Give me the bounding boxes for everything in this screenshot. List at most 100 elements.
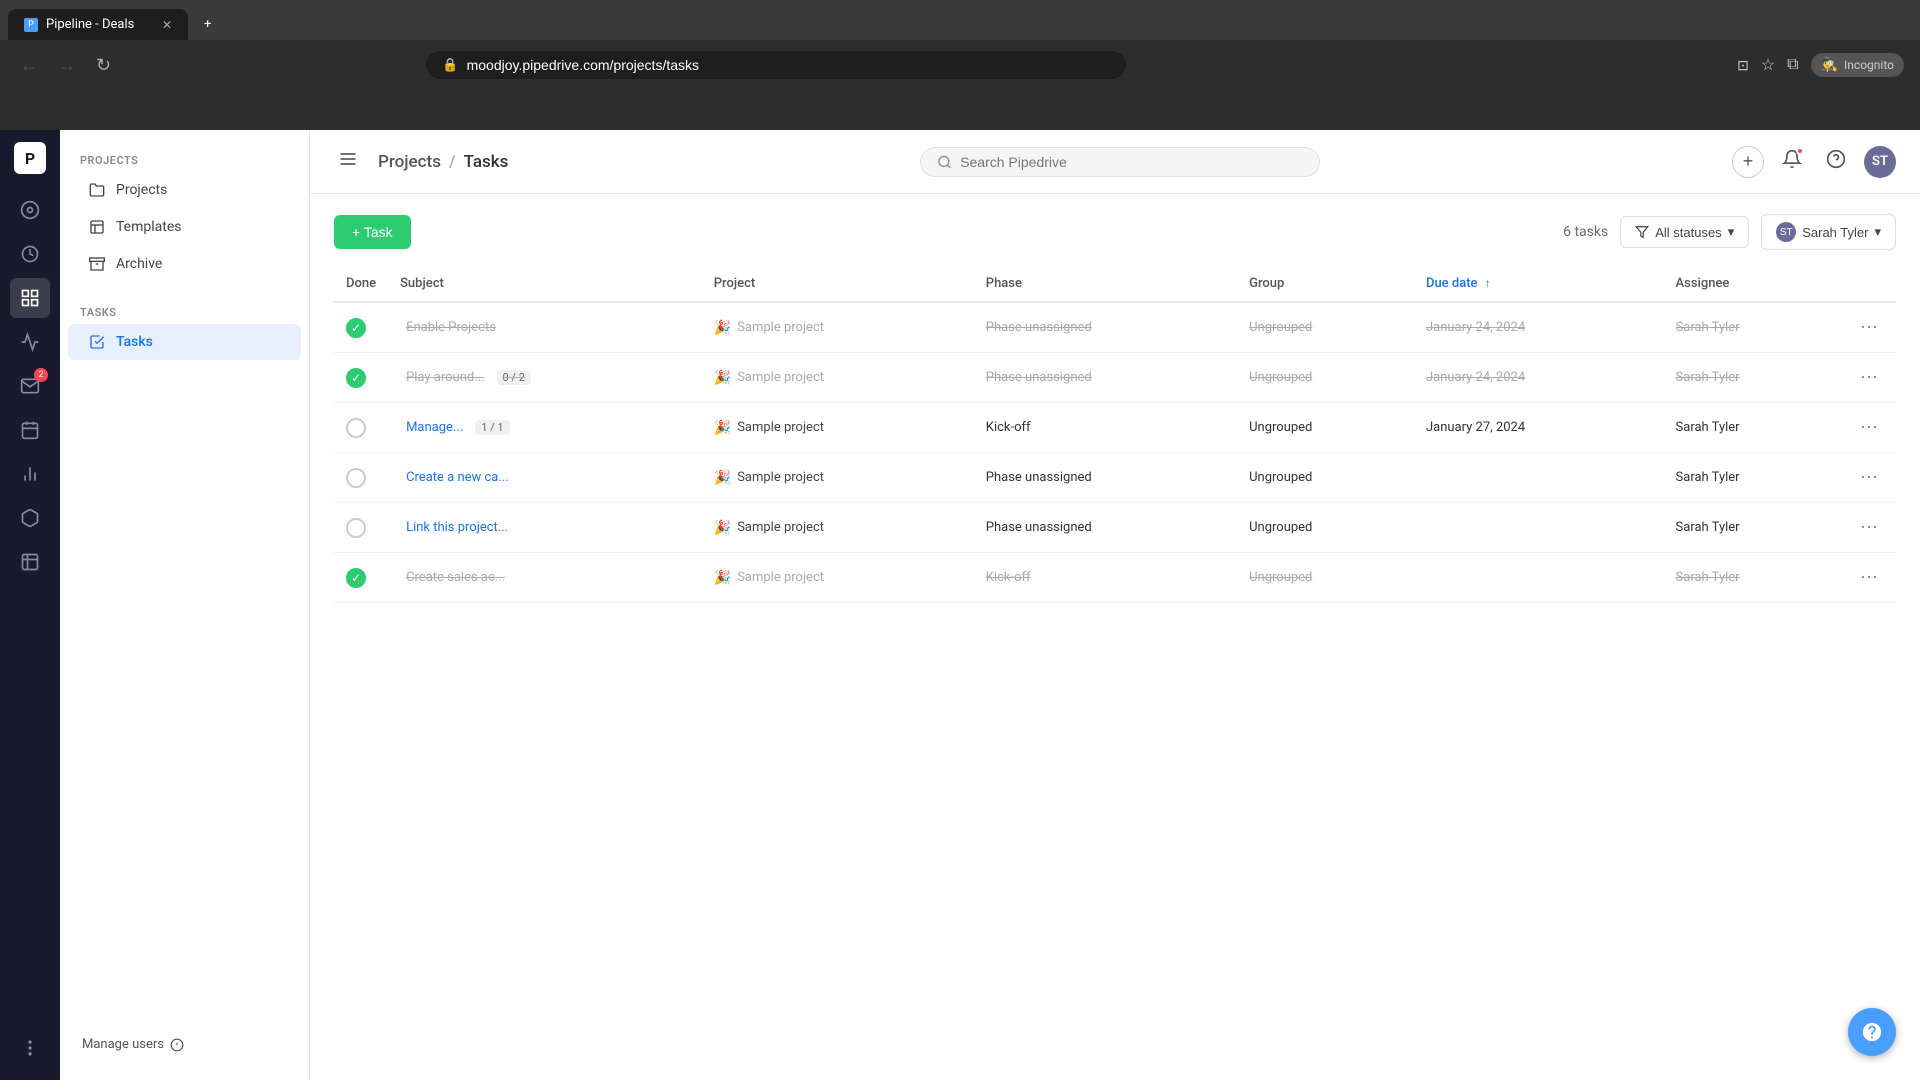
nav-icon-more[interactable] bbox=[10, 1028, 50, 1068]
assignee-cell: Sarah Tyler bbox=[1664, 453, 1842, 503]
cast-icon[interactable]: ⊡ bbox=[1737, 57, 1749, 74]
subject-text[interactable]: Manage... bbox=[406, 420, 463, 435]
nav-icon-projects[interactable] bbox=[10, 278, 50, 318]
row-more-button[interactable]: ⋯ bbox=[1854, 415, 1884, 440]
projects-section-label: PROJECTS bbox=[60, 146, 309, 171]
project-cell: 🎉Sample project bbox=[702, 503, 974, 553]
content-area: + Task 6 tasks All statuses ▾ ST Sarah T… bbox=[310, 194, 1920, 1080]
subject-content: Play around...0 / 2 bbox=[400, 370, 690, 385]
help-button[interactable] bbox=[1820, 143, 1852, 180]
app-logo[interactable]: P bbox=[14, 142, 46, 174]
phase-cell: Kick-off bbox=[974, 403, 1237, 453]
search-input[interactable] bbox=[960, 154, 1303, 170]
phase-cell: Phase unassigned bbox=[974, 353, 1237, 403]
subject-content: Create a new ca... bbox=[400, 470, 690, 485]
sidebar-item-tasks[interactable]: Tasks bbox=[68, 324, 301, 360]
row-more-button[interactable]: ⋯ bbox=[1854, 365, 1884, 390]
global-add-button[interactable]: + bbox=[1732, 146, 1764, 178]
menu-toggle-button[interactable] bbox=[334, 145, 362, 178]
icon-sidebar: P 2 bbox=[0, 130, 60, 1080]
done-checkbox[interactable]: ✓ bbox=[346, 568, 366, 588]
row-more-button[interactable]: ⋯ bbox=[1854, 515, 1884, 540]
left-sidebar: PROJECTS Projects Templates Archive TASK… bbox=[60, 130, 310, 1080]
new-tab-button[interactable]: + bbox=[188, 9, 227, 40]
subject-text[interactable]: Enable Projects bbox=[406, 320, 496, 335]
project-name[interactable]: Sample project bbox=[737, 320, 824, 335]
add-task-button[interactable]: + Task bbox=[334, 215, 411, 249]
project-content: 🎉Sample project bbox=[714, 370, 824, 386]
back-button[interactable]: ← bbox=[16, 51, 42, 80]
url-input[interactable] bbox=[467, 57, 1111, 73]
project-content: 🎉Sample project bbox=[714, 570, 824, 586]
phase-cell: Phase unassigned bbox=[974, 503, 1237, 553]
help-fab-button[interactable] bbox=[1848, 1008, 1896, 1056]
nav-icon-calendar[interactable] bbox=[10, 410, 50, 450]
subtask-badge: 1 / 1 bbox=[475, 420, 509, 435]
active-tab[interactable]: P Pipeline - Deals ✕ bbox=[8, 9, 188, 40]
project-name[interactable]: Sample project bbox=[737, 370, 824, 385]
done-checkbox[interactable]: ✓ bbox=[346, 318, 366, 338]
extension-icon[interactable]: ⧉ bbox=[1787, 56, 1798, 74]
project-name[interactable]: Sample project bbox=[737, 470, 824, 485]
done-cell bbox=[334, 453, 388, 503]
project-emoji: 🎉 bbox=[714, 320, 731, 336]
group-cell: Ungrouped bbox=[1237, 503, 1414, 553]
browser-tabs: P Pipeline - Deals ✕ + bbox=[0, 0, 1920, 40]
breadcrumb-current: Tasks bbox=[464, 152, 509, 172]
notifications-button[interactable] bbox=[1776, 143, 1808, 180]
done-checkbox[interactable] bbox=[346, 518, 366, 538]
nav-icon-integrations[interactable] bbox=[10, 542, 50, 582]
assignee-cell: Sarah Tyler bbox=[1664, 302, 1842, 353]
done-checkbox[interactable] bbox=[346, 418, 366, 438]
project-name[interactable]: Sample project bbox=[737, 570, 824, 585]
forward-button[interactable]: → bbox=[54, 51, 80, 80]
manage-users-section: Manage users bbox=[70, 1029, 196, 1060]
table-row: ✓ Play around...0 / 2 🎉Sample project Phase… bbox=[334, 353, 1896, 403]
actions-cell: ⋯ bbox=[1842, 403, 1896, 453]
projects-label: Projects bbox=[116, 182, 167, 198]
done-cell: ✓ bbox=[334, 302, 388, 353]
project-content: 🎉 Sample project bbox=[714, 320, 824, 336]
group-cell: Ungrouped bbox=[1237, 553, 1414, 603]
address-bar[interactable]: 🔒 bbox=[426, 51, 1126, 79]
nav-icon-mail[interactable]: 2 bbox=[10, 366, 50, 406]
actions-cell: ⋯ bbox=[1842, 553, 1896, 603]
col-due-date[interactable]: Due date ↑ bbox=[1414, 266, 1664, 302]
nav-icon-deals[interactable] bbox=[10, 234, 50, 274]
assignee-filter-button[interactable]: ST Sarah Tyler ▾ bbox=[1761, 214, 1896, 250]
subject-text[interactable]: Play around... bbox=[406, 370, 484, 385]
subject-cell: Enable Projects bbox=[388, 302, 702, 353]
done-checkbox[interactable] bbox=[346, 468, 366, 488]
refresh-button[interactable]: ↻ bbox=[92, 51, 115, 80]
bookmark-icon[interactable]: ☆ bbox=[1761, 55, 1775, 75]
done-checkbox[interactable]: ✓ bbox=[346, 368, 366, 388]
project-name[interactable]: Sample project bbox=[737, 520, 824, 535]
nav-icon-campaigns[interactable] bbox=[10, 322, 50, 362]
subject-text[interactable]: Create sales ac... bbox=[406, 570, 505, 585]
search-bar[interactable] bbox=[920, 147, 1320, 177]
subject-text[interactable]: Create a new ca... bbox=[406, 470, 509, 485]
subject-cell: Play around...0 / 2 bbox=[388, 353, 702, 403]
subject-content: Create sales ac... bbox=[400, 570, 690, 585]
task-count: 6 tasks bbox=[1563, 224, 1608, 240]
status-filter-button[interactable]: All statuses ▾ bbox=[1620, 216, 1749, 248]
breadcrumb-root[interactable]: Projects bbox=[378, 152, 441, 172]
manage-users-link[interactable]: Manage users bbox=[70, 1029, 196, 1060]
col-group: Group bbox=[1237, 266, 1414, 302]
user-avatar[interactable]: ST bbox=[1864, 146, 1896, 178]
row-more-button[interactable]: ⋯ bbox=[1854, 315, 1884, 340]
sidebar-item-archive[interactable]: Archive bbox=[68, 246, 301, 282]
nav-icon-reports[interactable] bbox=[10, 454, 50, 494]
subject-cell: Create sales ac... bbox=[388, 553, 702, 603]
row-more-button[interactable]: ⋯ bbox=[1854, 565, 1884, 590]
subject-text[interactable]: Link this project... bbox=[406, 520, 508, 535]
sidebar-item-projects[interactable]: Projects bbox=[68, 172, 301, 208]
group-cell: Ungrouped bbox=[1237, 453, 1414, 503]
project-name[interactable]: Sample project bbox=[737, 420, 824, 435]
status-filter-label: All statuses bbox=[1655, 225, 1721, 240]
nav-icon-home[interactable] bbox=[10, 190, 50, 230]
tab-close-button[interactable]: ✕ bbox=[162, 18, 172, 32]
sidebar-item-templates[interactable]: Templates bbox=[68, 209, 301, 245]
row-more-button[interactable]: ⋯ bbox=[1854, 465, 1884, 490]
nav-icon-products[interactable] bbox=[10, 498, 50, 538]
